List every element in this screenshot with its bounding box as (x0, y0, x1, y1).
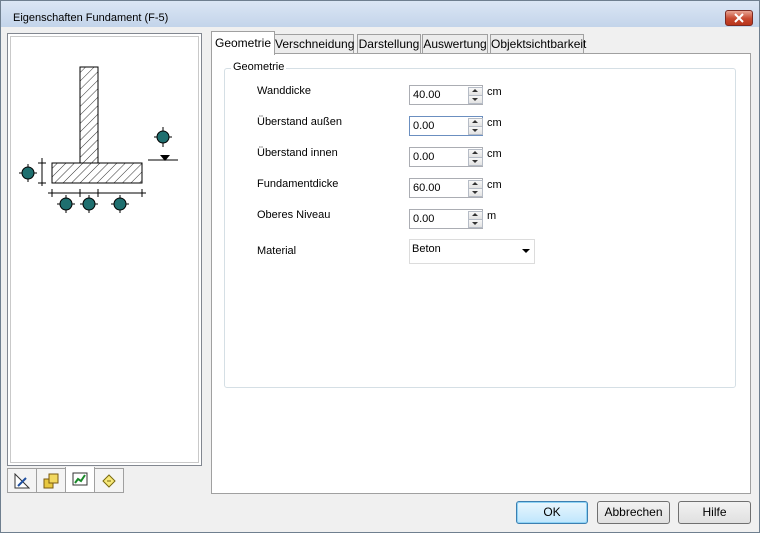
wall-thickness-unit: cm (487, 86, 502, 98)
geometry-group: Geometrie Wanddicke 40.00 cm Überstand a… (224, 61, 736, 388)
footing-thickness-stepper[interactable] (468, 180, 483, 197)
layers-icon (43, 473, 59, 489)
preview-tab-note[interactable] (94, 468, 124, 493)
preview-tab-ruler[interactable] (7, 468, 37, 493)
footing-thickness-unit: cm (487, 179, 502, 191)
help-button[interactable]: Hilfe (678, 501, 751, 524)
close-button[interactable] (725, 10, 753, 26)
material-label: Material (257, 245, 297, 257)
inner-overhang-unit: cm (487, 148, 502, 160)
handle-icon-thickness[interactable] (19, 164, 37, 182)
outer-overhang-label: Überstand außen (257, 116, 342, 128)
preview-tab-layers[interactable] (36, 468, 66, 493)
wall-thickness-value: 40.00 (413, 89, 441, 101)
tab-objektsichtbarkeit[interactable]: Objektsichtbarkeit (490, 34, 586, 54)
wall-section (79, 66, 99, 164)
chart-icon (72, 472, 88, 486)
wall-thickness-label: Wanddicke (257, 85, 312, 97)
properties-dialog: Eigenschaften Fundament (F-5) Geometrie … (0, 0, 760, 533)
foundation-preview (7, 33, 202, 466)
handle-icon-outer[interactable] (57, 195, 75, 213)
wall-thickness-stepper[interactable] (468, 87, 483, 104)
footing-section (51, 162, 143, 184)
inner-overhang-label: Überstand innen (257, 147, 338, 159)
tab-geometrie[interactable]: Geometrie (211, 31, 275, 55)
ruler-icon (14, 473, 30, 489)
handle-icon-wall[interactable] (80, 195, 98, 213)
outer-overhang-input[interactable]: 0.00 (409, 116, 483, 136)
outer-overhang-stepper[interactable] (468, 118, 483, 135)
top-level-input[interactable]: 0.00 (409, 209, 483, 229)
top-level-stepper[interactable] (468, 211, 483, 228)
footing-thickness-input[interactable]: 60.00 (409, 178, 483, 198)
tab-verschneidung[interactable]: Verschneidung (274, 34, 354, 54)
preview-tab-chart[interactable] (65, 467, 95, 493)
decrement-button[interactable] (468, 157, 483, 166)
group-label: Geometrie (231, 61, 287, 73)
handle-icon-level[interactable] (154, 127, 172, 147)
close-icon (734, 13, 744, 23)
tab-darstellung[interactable]: Darstellung (357, 34, 421, 54)
decrement-button[interactable] (468, 126, 483, 135)
top-level-value: 0.00 (413, 213, 435, 225)
decrement-button[interactable] (468, 219, 483, 228)
top-level-unit: m (487, 210, 497, 222)
top-level-label: Oberes Niveau (257, 209, 331, 221)
geometry-panel: Geometrie Wanddicke 40.00 cm Überstand a… (211, 53, 751, 494)
dialog-body: Geometrie Verschneidung Darstellung Ausw… (1, 27, 759, 532)
footing-thickness-label: Fundamentdicke (257, 178, 339, 190)
window-title: Eigenschaften Fundament (F-5) (13, 12, 169, 24)
outer-overhang-unit: cm (487, 117, 502, 129)
note-icon (102, 474, 116, 488)
tab-auswertung[interactable]: Auswertung (422, 34, 488, 54)
footing-thickness-value: 60.00 (413, 182, 441, 194)
ok-button[interactable]: OK (516, 501, 588, 524)
outer-overhang-value: 0.00 (413, 120, 435, 132)
inner-overhang-input[interactable]: 0.00 (409, 147, 483, 167)
decrement-button[interactable] (468, 188, 483, 197)
handle-icon-inner[interactable] (111, 195, 129, 213)
wall-thickness-input[interactable]: 40.00 (409, 85, 483, 105)
title-bar[interactable]: Eigenschaften Fundament (F-5) (1, 1, 759, 27)
material-value: Beton (412, 243, 441, 255)
chevron-down-icon[interactable] (522, 249, 530, 253)
decrement-button[interactable] (468, 95, 483, 104)
material-select[interactable]: Beton (409, 239, 535, 264)
inner-overhang-stepper[interactable] (468, 149, 483, 166)
inner-overhang-value: 0.00 (413, 151, 435, 163)
cancel-button[interactable]: Abbrechen (597, 501, 670, 524)
foundation-diagram (19, 66, 178, 213)
